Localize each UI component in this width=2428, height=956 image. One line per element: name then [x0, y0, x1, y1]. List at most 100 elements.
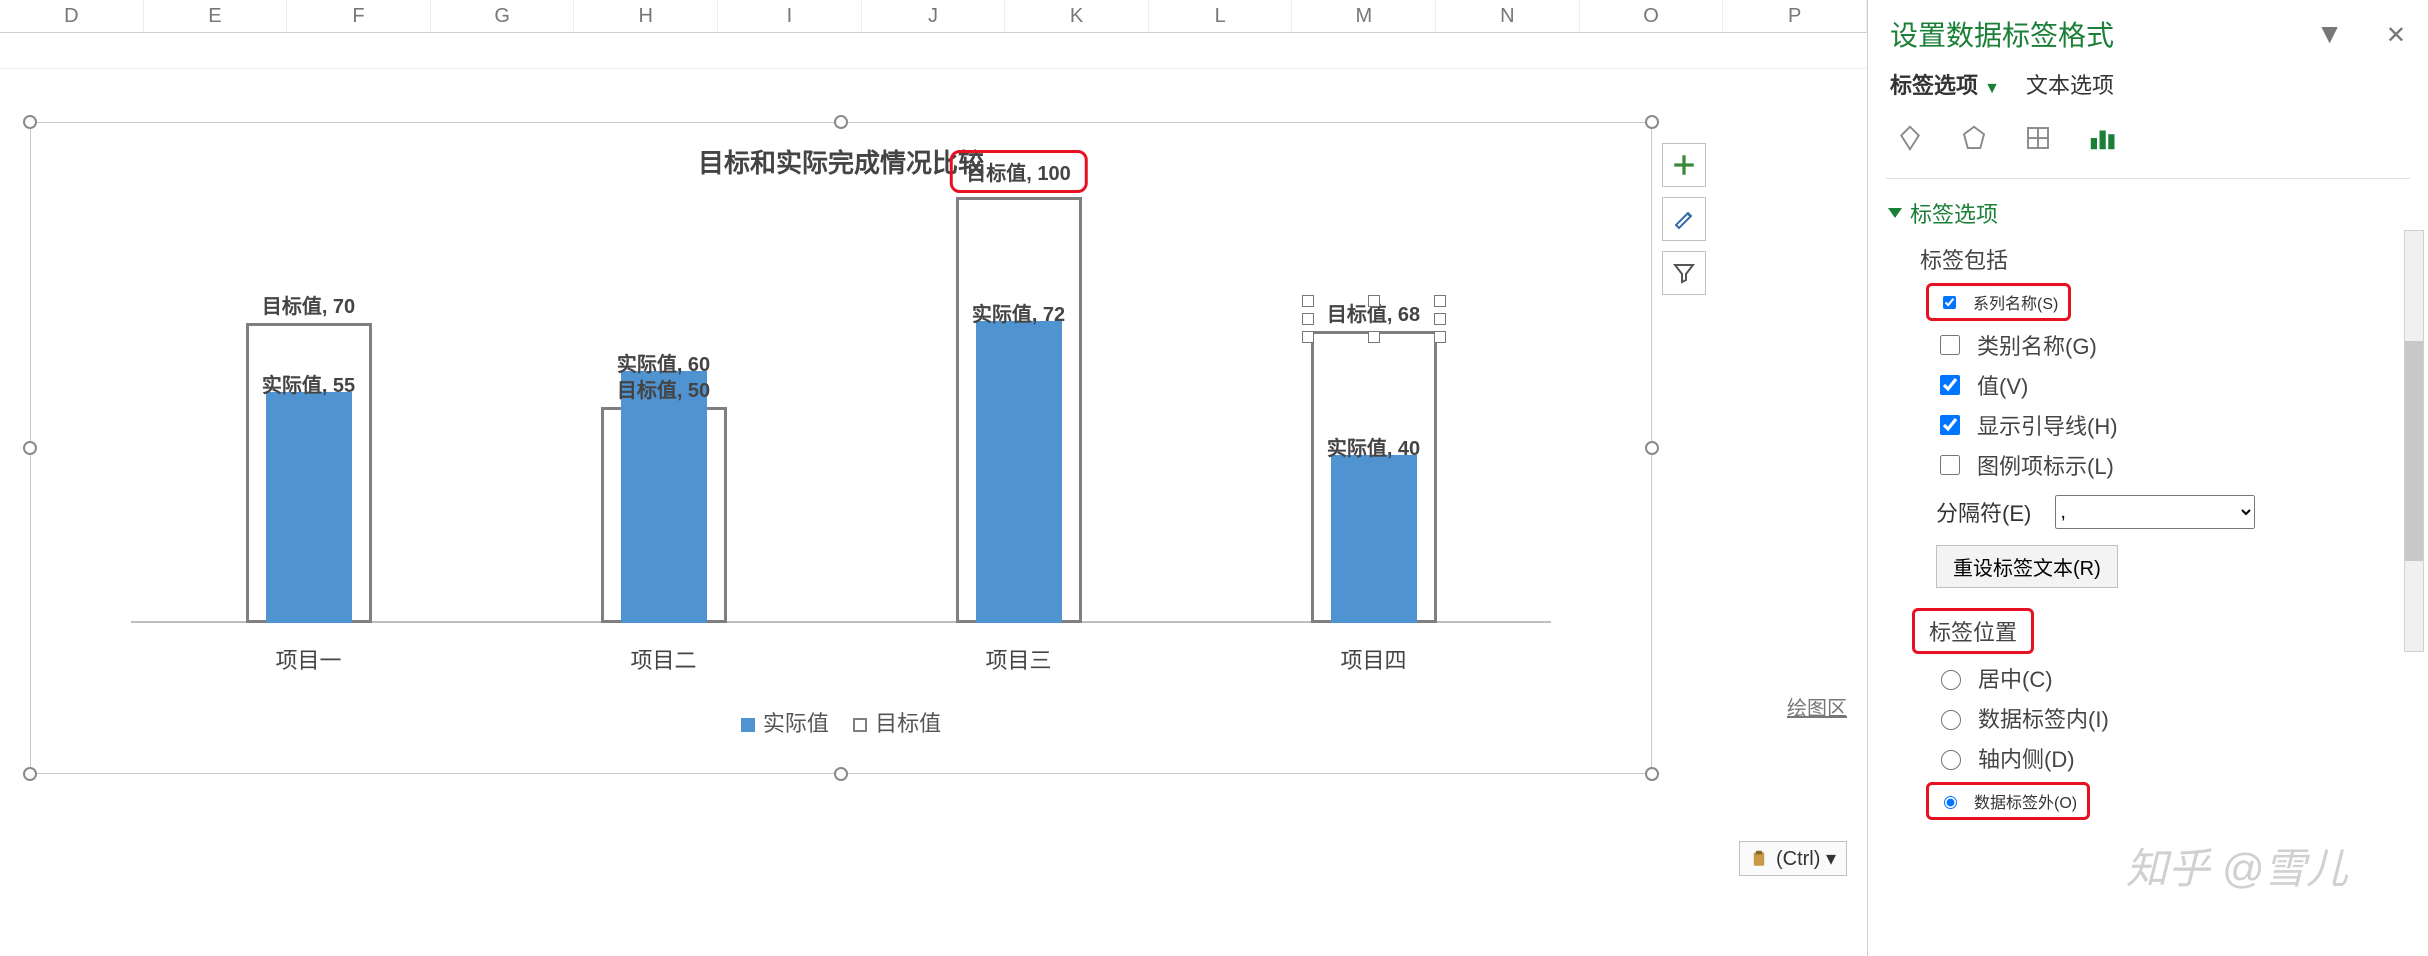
plotarea-link[interactable]: 绘图区 [1787, 692, 1847, 721]
radio-inside-base[interactable]: 轴内侧(D) [1936, 742, 2406, 774]
effects-icon[interactable] [1954, 118, 1994, 158]
radio-center[interactable]: 居中(C) [1936, 662, 2406, 694]
target-data-label[interactable]: 目标值, 100 [949, 150, 1087, 193]
checkbox-input[interactable] [1940, 415, 1960, 435]
chart-title[interactable]: 目标和实际完成情况比较 [31, 143, 1651, 180]
chart-filters-button[interactable] [1662, 251, 1706, 295]
checkbox-input[interactable] [1940, 455, 1960, 475]
format-data-labels-pane: 设置数据标签格式 ▼ ✕ 标签选项 ▼ 文本选项 标签选项 标签包括 系列名称(… [1867, 0, 2428, 956]
category-label[interactable]: 项目三 [919, 643, 1119, 675]
checkbox-input[interactable] [1943, 296, 1956, 309]
resize-handle[interactable] [23, 767, 37, 781]
col-head[interactable]: L [1149, 0, 1293, 32]
resize-handle[interactable] [1645, 441, 1659, 455]
category-label[interactable]: 项目一 [209, 643, 409, 675]
separator-select[interactable]: , [2055, 495, 2255, 529]
label-selection-handle[interactable] [1368, 295, 1380, 307]
label-selection-handle[interactable] [1302, 313, 1314, 325]
radio-inside-end[interactable]: 数据标签内(I) [1936, 702, 2406, 734]
close-pane-button[interactable]: ✕ [2386, 22, 2406, 49]
worksheet[interactable]: D E F G H I J K L M N O P [0, 0, 1867, 956]
col-head[interactable]: E [144, 0, 288, 32]
col-head[interactable]: H [574, 0, 718, 32]
category-label[interactable]: 项目二 [564, 643, 764, 675]
col-head[interactable]: P [1723, 0, 1867, 32]
checkbox-show-leader[interactable]: 显示引导线(H) [1936, 409, 2406, 441]
bar-group[interactable]: 目标值, 50实际值, 60项目二 [486, 203, 841, 623]
actual-bar[interactable] [976, 321, 1062, 623]
checkbox-legend-key[interactable]: 图例项标示(L) [1936, 449, 2406, 481]
radio-input[interactable] [1941, 750, 1961, 770]
radio-input[interactable] [1944, 796, 1957, 809]
bar-group[interactable]: 目标值, 100实际值, 72项目三 [841, 203, 1196, 623]
label-selection-handle[interactable] [1434, 295, 1446, 307]
bar-group[interactable]: 目标值, 68实际值, 40项目四 [1196, 203, 1551, 623]
col-head[interactable]: F [287, 0, 431, 32]
actual-bar[interactable] [266, 392, 352, 623]
resize-handle[interactable] [834, 115, 848, 129]
size-props-icon[interactable] [2018, 118, 2058, 158]
target-data-label[interactable]: 目标值, 50 [617, 374, 710, 403]
pane-scrollbar[interactable] [2404, 230, 2424, 652]
resize-handle[interactable] [834, 767, 848, 781]
col-head[interactable]: K [1005, 0, 1149, 32]
tab-text-options[interactable]: 文本选项 [2026, 68, 2114, 100]
checkbox-input[interactable] [1940, 335, 1960, 355]
label-options-icon[interactable] [2082, 118, 2122, 158]
radio-outside-end[interactable]: 数据标签外(O) [1926, 782, 2090, 820]
target-data-label[interactable]: 目标值, 70 [262, 290, 355, 319]
grid[interactable]: 目标和实际完成情况比较 目标值, 70实际值, 55项目一目标值, 50实际值,… [0, 32, 1867, 956]
col-head[interactable]: D [0, 0, 144, 32]
checkbox-input[interactable] [1940, 375, 1960, 395]
legend[interactable]: 实际值 目标值 [31, 706, 1651, 738]
col-head[interactable]: G [431, 0, 575, 32]
radio-input[interactable] [1941, 710, 1961, 730]
chart-styles-button[interactable] [1662, 197, 1706, 241]
bar-group[interactable]: 目标值, 70实际值, 55项目一 [131, 203, 486, 623]
col-head[interactable]: N [1436, 0, 1580, 32]
actual-data-label[interactable]: 实际值, 55 [262, 369, 355, 398]
label-selection-handle[interactable] [1368, 331, 1380, 343]
reset-label-text-button[interactable]: 重设标签文本(R) [1936, 545, 2118, 588]
category-label[interactable]: 项目四 [1274, 643, 1474, 675]
paste-options-label: (Ctrl) ▾ [1776, 846, 1836, 871]
checkbox-series-name[interactable]: 系列名称(S) [1926, 283, 2071, 321]
resize-handle[interactable] [23, 115, 37, 129]
col-head[interactable]: O [1580, 0, 1724, 32]
column-headers[interactable]: D E F G H I J K L M N O P [0, 0, 1867, 33]
col-head[interactable]: M [1292, 0, 1436, 32]
paste-options-button[interactable]: (Ctrl) ▾ [1739, 841, 1847, 876]
resize-handle[interactable] [1645, 115, 1659, 129]
resize-handle[interactable] [1645, 767, 1659, 781]
legend-label: 目标值 [875, 711, 941, 736]
fill-line-icon[interactable] [1890, 118, 1930, 158]
label-selection-handle[interactable] [1302, 295, 1314, 307]
checkbox-category-name[interactable]: 类别名称(G) [1936, 329, 2406, 361]
checkbox-value[interactable]: 值(V) [1936, 369, 2406, 401]
resize-handle[interactable] [23, 441, 37, 455]
radio-input[interactable] [1941, 670, 1961, 690]
actual-data-label[interactable]: 实际值, 40 [1327, 432, 1420, 461]
label-selection-handle[interactable] [1434, 313, 1446, 325]
label-selection-handle[interactable] [1434, 331, 1446, 343]
actual-bar[interactable] [1331, 455, 1417, 623]
chart-object[interactable]: 目标和实际完成情况比较 目标值, 70实际值, 55项目一目标值, 50实际值,… [30, 122, 1652, 774]
legend-swatch-target [853, 718, 867, 732]
actual-bar[interactable] [621, 371, 707, 623]
pane-dropdown-icon[interactable]: ▼ [2316, 18, 2344, 49]
tab-label-options[interactable]: 标签选项 ▼ [1890, 68, 2000, 100]
label-selection-handle[interactable] [1302, 331, 1314, 343]
pane-title: 设置数据标签格式 [1890, 14, 2114, 54]
chevron-down-icon: ▼ [1984, 80, 2000, 97]
section-label-options[interactable]: 标签选项 [1890, 197, 2406, 229]
chart-elements-button[interactable] [1662, 143, 1706, 187]
col-head[interactable]: I [718, 0, 862, 32]
chart-floating-tools [1662, 143, 1706, 295]
plot-area[interactable]: 目标值, 70实际值, 55项目一目标值, 50实际值, 60项目二目标值, 1… [131, 203, 1551, 623]
pane-icon-tabs [1868, 114, 2428, 178]
scrollbar-thumb[interactable] [2405, 341, 2423, 561]
section-label-position[interactable]: 标签位置 [1912, 608, 2034, 654]
col-head[interactable]: J [862, 0, 1006, 32]
actual-data-label[interactable]: 实际值, 60 [617, 348, 710, 377]
actual-data-label[interactable]: 实际值, 72 [972, 298, 1065, 327]
